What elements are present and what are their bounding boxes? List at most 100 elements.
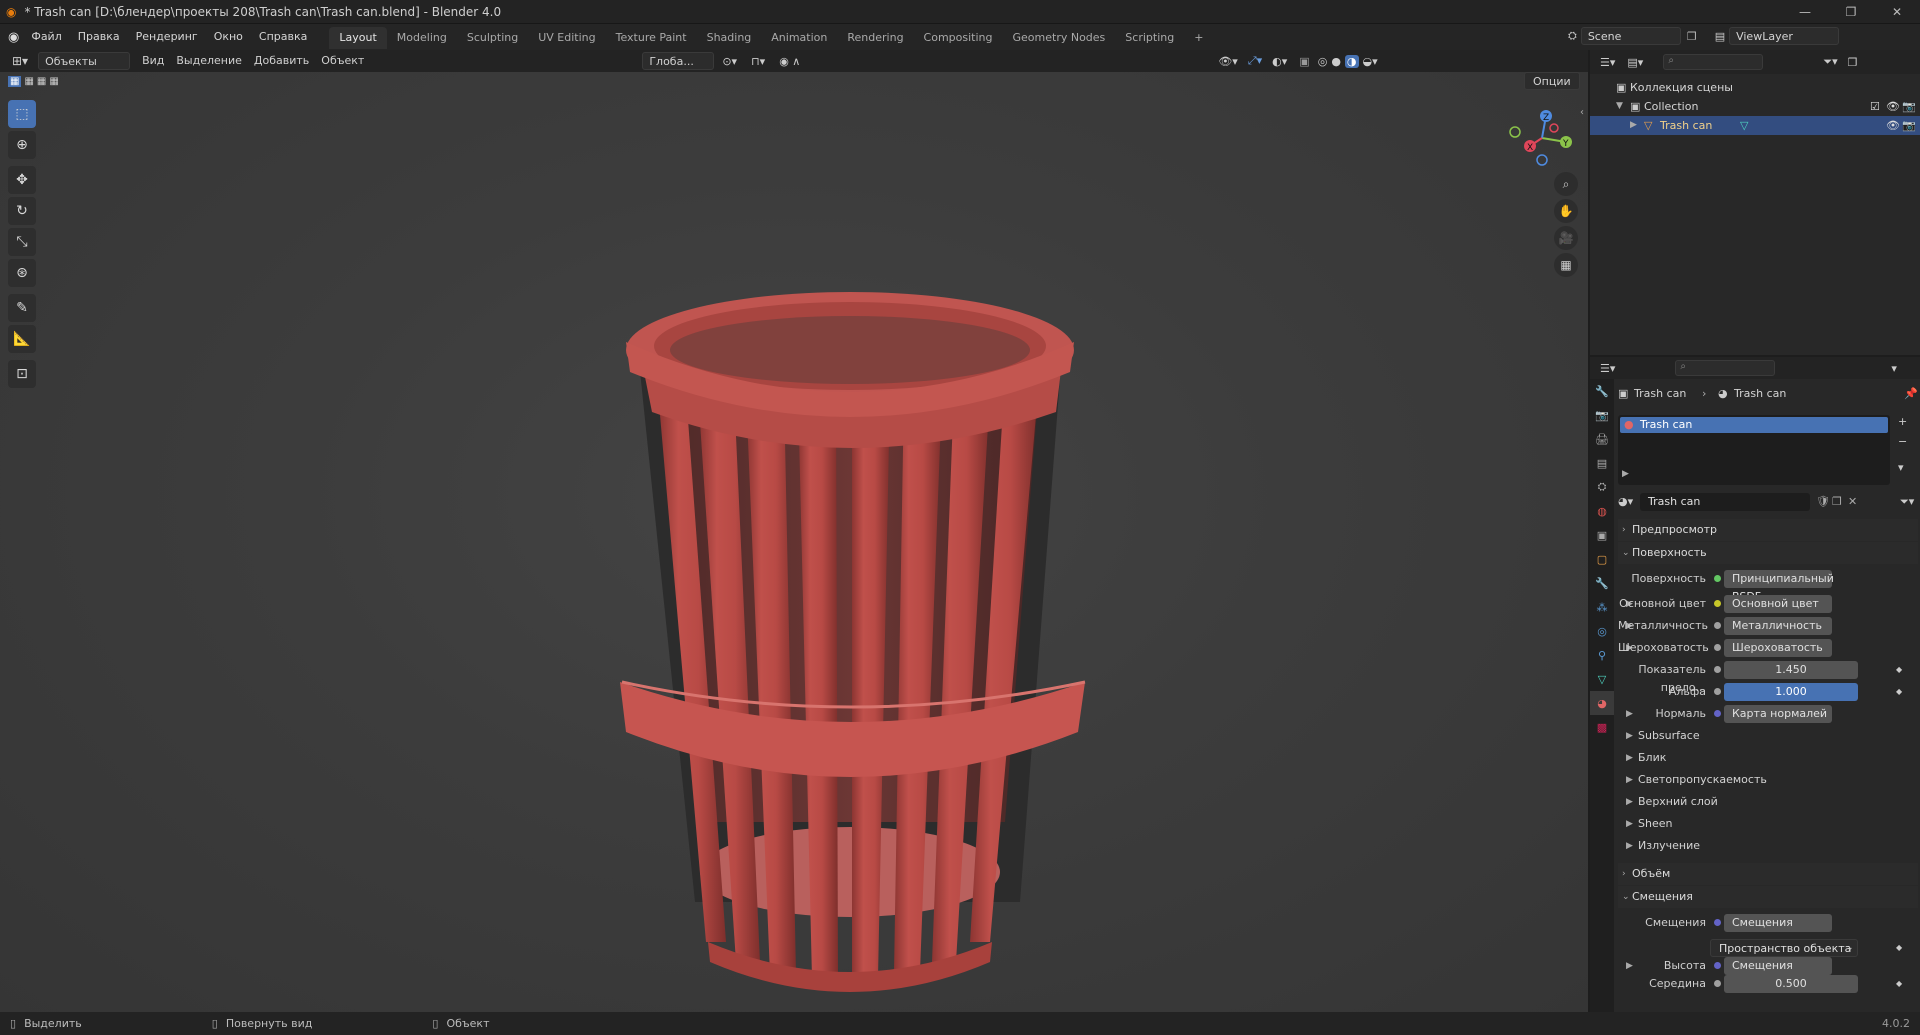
alpha-field[interactable]: 1.000	[1724, 683, 1858, 701]
scene-selector[interactable]: Scene	[1580, 27, 1681, 45]
height-field[interactable]: Смещения	[1724, 957, 1832, 975]
pan-hand-icon[interactable]: ✋	[1554, 199, 1578, 223]
gizmo-toggle-icon[interactable]: ⤢▾	[1248, 54, 1262, 68]
displacement-space-dropdown[interactable]: Пространство объекта	[1710, 939, 1858, 957]
select-extend-icon[interactable]: ▦	[24, 76, 33, 87]
volume-section-header[interactable]: › Объём	[1618, 863, 1918, 885]
metallic-field[interactable]: Металличность	[1724, 617, 1832, 635]
cursor-tool[interactable]: ⊕	[8, 131, 36, 159]
ior-field[interactable]: 1.450	[1724, 661, 1858, 679]
overlay-toggle-icon[interactable]: ◐▾	[1272, 55, 1287, 68]
measure-tool[interactable]: 📐	[8, 325, 36, 353]
normal-field[interactable]: Карта нормалей	[1724, 705, 1832, 723]
object-eye-icon[interactable]: 👁	[1886, 116, 1900, 135]
duplicate-material-icon[interactable]: ❐	[1832, 493, 1842, 511]
menu-window[interactable]: Окно	[206, 24, 251, 50]
outliner-editor-type-icon[interactable]: ☰▾	[1600, 56, 1615, 69]
displacement-field[interactable]: Смещения	[1724, 914, 1832, 932]
xray-icon[interactable]: ▣	[1299, 55, 1309, 68]
tab-compositing[interactable]: Compositing	[914, 27, 1003, 49]
visibility-icon[interactable]: 👁▾	[1218, 55, 1238, 68]
subpanel-emission[interactable]: ▶ Излучение	[1618, 837, 1918, 855]
menu-file[interactable]: Файл	[23, 24, 69, 50]
menu-edit[interactable]: Правка	[70, 24, 128, 50]
tab-geometry-nodes[interactable]: Geometry Nodes	[1003, 27, 1116, 49]
material-shading-icon[interactable]: ◑	[1344, 54, 1359, 68]
navigation-gizmo[interactable]: Y Z X	[1500, 102, 1580, 172]
subpanel-transmission[interactable]: ▶ Светопропускаемость	[1618, 771, 1918, 789]
tab-sculpting[interactable]: Sculpting	[457, 27, 528, 49]
properties-editor-type-icon[interactable]: ☰▾	[1600, 362, 1615, 375]
physics-tab-icon[interactable]: ◎	[1590, 619, 1614, 643]
menu-view[interactable]: Вид	[136, 52, 170, 70]
mesh-data-icon[interactable]: ▽	[1740, 116, 1748, 135]
base-color-field[interactable]: Основной цвет	[1724, 595, 1832, 613]
view-layer-selector[interactable]: ViewLayer	[1729, 27, 1840, 45]
new-scene-icon[interactable]: ❐	[1687, 30, 1697, 43]
select-new-icon[interactable]: ▦	[8, 75, 22, 87]
collection-eye-icon[interactable]: 👁	[1886, 97, 1900, 116]
outliner-collection[interactable]: ▼ ▣ Collection ☑ 👁 📷	[1590, 97, 1920, 116]
blender-menu-icon[interactable]: ◉	[8, 30, 19, 45]
menu-add[interactable]: Добавить	[248, 52, 315, 70]
annotate-tool[interactable]: ✎	[8, 294, 36, 322]
snap-icon[interactable]: ⊓▾	[751, 55, 765, 68]
new-collection-icon[interactable]: ❐	[1848, 56, 1858, 69]
unlink-material-icon[interactable]: ✕	[1848, 493, 1857, 511]
tab-animation[interactable]: Animation	[761, 27, 837, 49]
menu-render[interactable]: Рендеринг	[128, 24, 206, 50]
output-tab-icon[interactable]: 🖨	[1590, 427, 1614, 451]
zoom-icon[interactable]: ⌕	[1554, 172, 1578, 196]
gizmo-neg-x[interactable]	[1549, 123, 1559, 133]
3d-viewport[interactable]: Опции ⬚ ⊕ ✥ ↻ ⤡ ⊛ ✎ 📐 ⊡ Y Z X ⌕ ✋ 🎥 ▦ ‹	[0, 72, 1588, 1012]
select-box-tool[interactable]: ⬚	[8, 100, 36, 128]
keyframe-dot-icon[interactable]: ◆	[1896, 683, 1902, 701]
minimize-button[interactable]: —	[1782, 0, 1828, 24]
tab-layout[interactable]: Layout	[329, 27, 387, 49]
tab-texture-paint[interactable]: Texture Paint	[606, 27, 697, 49]
displacement-section-header[interactable]: ⌄ Смещения	[1618, 886, 1918, 908]
tool-tab-icon[interactable]: 🔧	[1590, 379, 1614, 403]
sidebar-toggle-icon[interactable]: ‹	[1580, 107, 1584, 118]
particles-tab-icon[interactable]: ⁂	[1590, 595, 1614, 619]
list-expand-icon[interactable]: ▶	[1622, 469, 1629, 479]
menu-select[interactable]: Выделение	[170, 52, 248, 70]
modifier-tab-icon[interactable]: 🔧	[1590, 571, 1614, 595]
render-tab-icon[interactable]: 📷	[1590, 403, 1614, 427]
tab-rendering[interactable]: Rendering	[837, 27, 913, 49]
midlevel-field[interactable]: 0.500	[1724, 975, 1858, 993]
tab-shading[interactable]: Shading	[697, 27, 762, 49]
outliner-scene-collection[interactable]: ▣ Коллекция сцены	[1590, 78, 1920, 97]
menu-help[interactable]: Справка	[251, 24, 315, 50]
view-layer-tab-icon[interactable]: ▤	[1590, 451, 1614, 475]
transform-tool[interactable]: ⊛	[8, 259, 36, 287]
fake-user-icon[interactable]: 🛡	[1816, 493, 1830, 511]
solid-shading-icon[interactable]: ●	[1331, 55, 1341, 68]
add-cube-tool[interactable]: ⊡	[8, 360, 36, 388]
surface-section-header[interactable]: ⌄ Поверхность	[1618, 542, 1918, 564]
camera-view-icon[interactable]: 🎥	[1554, 226, 1578, 250]
tab-uv-editing[interactable]: UV Editing	[528, 27, 605, 49]
pivot-icon[interactable]: ⊙▾	[722, 55, 737, 68]
roughness-field[interactable]: Шероховатость	[1724, 639, 1832, 657]
subpanel-subsurface[interactable]: ▶ Subsurface	[1618, 727, 1918, 745]
collection-camera-icon[interactable]: 📷	[1902, 97, 1916, 116]
tab-scripting[interactable]: Scripting	[1115, 27, 1184, 49]
menu-object[interactable]: Объект	[315, 52, 370, 70]
scene-tab-icon[interactable]: ⛭	[1590, 475, 1614, 499]
preview-section-header[interactable]: › Предпросмотр	[1618, 519, 1918, 541]
outliner-object-trash-can[interactable]: ▶ ▽ Trash can ▽ 👁 📷	[1590, 116, 1920, 135]
material-browse-icon[interactable]: ◕▾	[1618, 493, 1633, 511]
tab-modeling[interactable]: Modeling	[387, 27, 457, 49]
properties-options-icon[interactable]: ▾	[1891, 362, 1897, 375]
surface-shader-field[interactable]: Принципиальный BSDF	[1724, 570, 1834, 603]
texture-tab-icon[interactable]: ▩	[1590, 715, 1614, 739]
collection-tab-icon[interactable]: ▣	[1590, 523, 1614, 547]
subpanel-specular[interactable]: ▶ Блик	[1618, 749, 1918, 767]
add-workspace-button[interactable]: +	[1184, 27, 1213, 49]
wireframe-shading-icon[interactable]: ◎	[1318, 55, 1328, 68]
object-camera-icon[interactable]: 📷	[1902, 116, 1916, 135]
subpanel-coat[interactable]: ▶ Верхний слой	[1618, 793, 1918, 811]
move-tool[interactable]: ✥	[8, 166, 36, 194]
expand-arrow-icon[interactable]: ▼	[1616, 97, 1623, 116]
